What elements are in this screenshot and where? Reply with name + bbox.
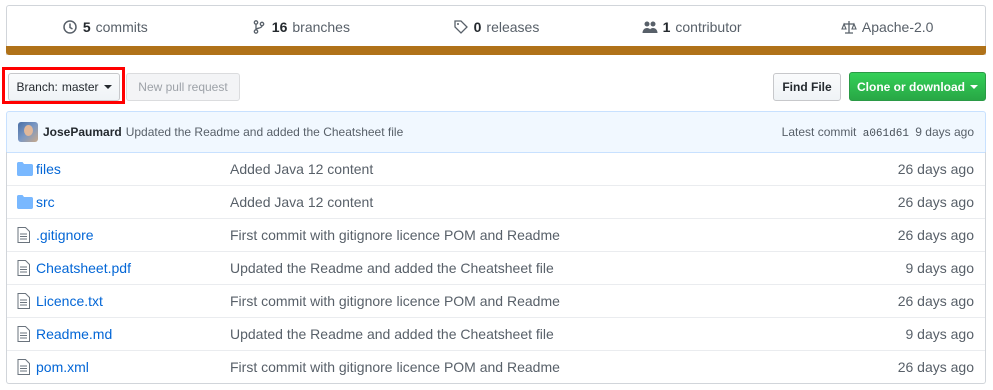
tag-icon bbox=[453, 19, 468, 34]
clone-download-button[interactable]: Clone or download bbox=[849, 72, 986, 101]
releases-link[interactable]: 0 releases bbox=[398, 19, 594, 35]
file-name-link[interactable]: pom.xml bbox=[36, 359, 230, 375]
history-icon bbox=[63, 19, 77, 34]
table-row: pom.xml First commit with gitignore lice… bbox=[7, 350, 985, 383]
releases-label: releases bbox=[486, 18, 540, 35]
license-link[interactable]: Apache-2.0 bbox=[789, 19, 985, 35]
file-commit-message[interactable]: Updated the Readme and added the Cheatsh… bbox=[230, 260, 770, 276]
clone-download-label: Clone or download bbox=[857, 79, 965, 94]
folder-icon bbox=[17, 195, 33, 209]
table-row: .gitignore First commit with gitignore l… bbox=[7, 218, 985, 251]
file-name-link[interactable]: .gitignore bbox=[36, 227, 230, 243]
latest-commit-bar: JosePaumard Updated the Readme and added… bbox=[6, 111, 986, 153]
chevron-down-icon bbox=[970, 84, 978, 89]
commit-sha[interactable]: a061d61 bbox=[863, 128, 909, 140]
file-age: 26 days ago bbox=[897, 160, 974, 177]
table-row: Licence.txt First commit with gitignore … bbox=[7, 284, 985, 317]
license-label: Apache-2.0 bbox=[861, 18, 934, 35]
file-age: 9 days ago bbox=[905, 260, 975, 276]
file-age: 26 days ago bbox=[897, 227, 974, 243]
chevron-down-icon bbox=[103, 85, 112, 89]
contributors-label: contributor bbox=[675, 18, 742, 35]
new-pull-request-button[interactable]: New pull request bbox=[126, 73, 240, 101]
contributors-link[interactable]: 1 contributor bbox=[594, 19, 790, 35]
branch-select-button[interactable]: Branch: master bbox=[8, 73, 120, 101]
file-commit-message[interactable]: Added Java 12 content bbox=[230, 161, 770, 177]
folder-icon bbox=[17, 161, 33, 176]
file-name-link[interactable]: Cheatsheet.pdf bbox=[36, 260, 230, 276]
file-icon bbox=[17, 260, 33, 276]
releases-count: 0 bbox=[473, 18, 482, 35]
table-row: src Added Java 12 content 26 days ago bbox=[7, 185, 985, 218]
file-age: 26 days ago bbox=[897, 194, 974, 210]
file-commit-message[interactable]: First commit with gitignore licence POM … bbox=[230, 293, 770, 309]
commit-meta: Latest commit a061d61 9 days ago bbox=[782, 125, 974, 140]
commits-label: commits bbox=[95, 18, 148, 35]
commit-message[interactable]: Updated the Readme and added the Cheatsh… bbox=[126, 125, 404, 139]
latest-commit-label: Latest commit bbox=[781, 124, 857, 139]
commit-age: 9 days ago bbox=[915, 124, 974, 139]
file-name-link[interactable]: Licence.txt bbox=[36, 293, 230, 309]
table-row: Cheatsheet.pdf Updated the Readme and ad… bbox=[7, 251, 985, 284]
commits-count: 5 bbox=[82, 18, 91, 35]
file-name-link[interactable]: Readme.md bbox=[36, 326, 230, 342]
git-branch-icon bbox=[253, 19, 265, 34]
file-commit-message[interactable]: Updated the Readme and added the Cheatsh… bbox=[230, 326, 770, 342]
file-age: 9 days ago bbox=[905, 326, 975, 342]
table-row: files Added Java 12 content 26 days ago bbox=[7, 152, 985, 185]
file-table: files Added Java 12 content 26 days ago … bbox=[6, 152, 986, 384]
file-commit-message[interactable]: Added Java 12 content bbox=[230, 194, 770, 210]
file-commit-message[interactable]: First commit with gitignore licence POM … bbox=[230, 227, 770, 243]
people-icon bbox=[642, 21, 658, 33]
contributors-count: 1 bbox=[662, 18, 671, 35]
file-age: 26 days ago bbox=[897, 293, 974, 309]
language-bar[interactable] bbox=[6, 46, 986, 55]
file-icon bbox=[17, 359, 33, 375]
file-age: 26 days ago bbox=[897, 359, 974, 375]
file-name-link[interactable]: src bbox=[36, 194, 230, 210]
find-file-button[interactable]: Find File bbox=[773, 73, 841, 101]
file-icon bbox=[17, 326, 33, 342]
commit-author[interactable]: JosePaumard bbox=[43, 125, 122, 139]
file-name-link[interactable]: files bbox=[36, 161, 230, 177]
table-row: Readme.md Updated the Readme and added t… bbox=[7, 317, 985, 350]
branches-label: branches bbox=[292, 18, 350, 35]
branch-name: master bbox=[61, 80, 99, 94]
file-icon bbox=[17, 293, 33, 309]
law-icon bbox=[841, 20, 857, 34]
file-commit-message[interactable]: First commit with gitignore licence POM … bbox=[230, 359, 770, 375]
commits-link[interactable]: 5 commits bbox=[7, 19, 203, 35]
file-icon bbox=[17, 227, 33, 243]
avatar[interactable] bbox=[18, 122, 38, 142]
branches-count: 16 bbox=[271, 18, 288, 35]
branches-link[interactable]: 16 branches bbox=[203, 19, 399, 35]
branch-prefix: Branch: bbox=[16, 80, 58, 94]
repo-summary: 5 commits 16 branches 0 releases 1 contr… bbox=[6, 5, 986, 55]
